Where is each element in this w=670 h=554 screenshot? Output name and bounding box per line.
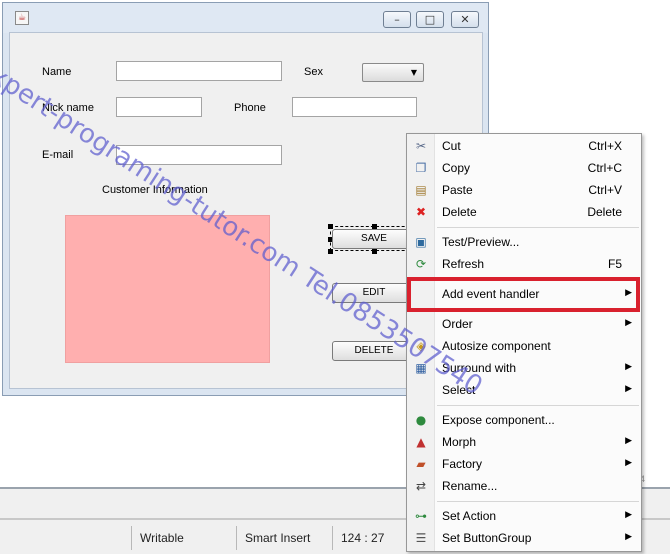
sex-combobox[interactable]: ▼ (362, 63, 424, 82)
submenu-arrow-icon: ▶ (625, 510, 632, 520)
menu-separator (437, 405, 639, 406)
scissors-icon: ✂ (415, 139, 427, 153)
highlight-annotation (407, 277, 640, 312)
set-action-icon: ⊶ (415, 509, 427, 523)
menu-item-expose-component[interactable]: ● Expose component... (407, 410, 641, 431)
submenu-arrow-icon: ▶ (625, 384, 632, 394)
button-group-icon: ☰ (415, 531, 427, 545)
nickname-field[interactable] (116, 97, 202, 117)
menu-item-order[interactable]: Order ▶ (407, 314, 641, 335)
phone-field[interactable] (292, 97, 417, 117)
menu-item-rename[interactable]: ⇄ Rename... (407, 476, 641, 497)
menu-item-delete[interactable]: ✖ Delete Delete (407, 202, 641, 223)
refresh-icon: ⟳ (415, 257, 427, 271)
submenu-arrow-icon: ▶ (625, 458, 632, 468)
menu-separator (437, 227, 639, 228)
submenu-arrow-icon: ▶ (625, 436, 632, 446)
minimize-button[interactable]: – (383, 11, 411, 28)
menu-item-paste[interactable]: ▤ Paste Ctrl+V (407, 180, 641, 201)
submenu-arrow-icon: ▶ (625, 318, 632, 328)
menu-item-test-preview[interactable]: ▣ Test/Preview... (407, 232, 641, 253)
submenu-arrow-icon: ▶ (625, 362, 632, 372)
phone-label: Phone (234, 102, 266, 114)
factory-icon: ▰ (416, 457, 426, 471)
chevron-down-icon: ▼ (410, 68, 417, 77)
context-menu: ✂ Cut Ctrl+X ❐ Copy Ctrl+C ▤ Paste Ctrl+… (406, 133, 642, 552)
expose-component-icon: ● (415, 413, 427, 427)
menu-separator (437, 501, 639, 502)
sex-label: Sex (304, 66, 323, 78)
menu-item-morph[interactable]: ▲ Morph ▶ (407, 432, 641, 453)
name-label: Name (42, 66, 72, 78)
preview-icon: ▣ (415, 235, 427, 249)
menu-item-refresh[interactable]: ⟳ Refresh F5 (407, 254, 641, 275)
menu-item-copy[interactable]: ❐ Copy Ctrl+C (407, 158, 641, 179)
delete-x-icon: ✖ (415, 205, 427, 219)
email-label: E-mail (42, 149, 74, 161)
copy-icon: ❐ (415, 161, 427, 175)
resize-handle[interactable] (328, 249, 333, 254)
menu-item-set-buttongroup[interactable]: ☰ Set ButtonGroup ▶ (407, 528, 641, 549)
java-icon: ☕ (15, 11, 29, 25)
status-insert-mode: Smart Insert (236, 526, 328, 550)
resize-handle[interactable] (328, 224, 333, 229)
morph-icon: ▲ (416, 435, 426, 449)
maximize-button[interactable]: □ (416, 11, 444, 28)
save-button[interactable]: SAVE (332, 229, 416, 249)
status-writable: Writable (131, 526, 229, 550)
menu-item-factory[interactable]: ▰ Factory ▶ (407, 454, 641, 475)
submenu-arrow-icon: ▶ (625, 532, 632, 542)
resize-handle[interactable] (372, 249, 377, 254)
frame-titlebar[interactable]: ☕ – □ ✕ (3, 3, 488, 33)
status-cursor-position: 124 : 27 (332, 526, 416, 550)
menu-item-set-action[interactable]: ⊶ Set Action ▶ (407, 506, 641, 527)
paste-icon: ▤ (415, 183, 427, 197)
rename-icon: ⇄ (415, 479, 427, 493)
close-button[interactable]: ✕ (451, 11, 479, 28)
menu-item-cut[interactable]: ✂ Cut Ctrl+X (407, 136, 641, 157)
name-field[interactable] (116, 61, 282, 81)
